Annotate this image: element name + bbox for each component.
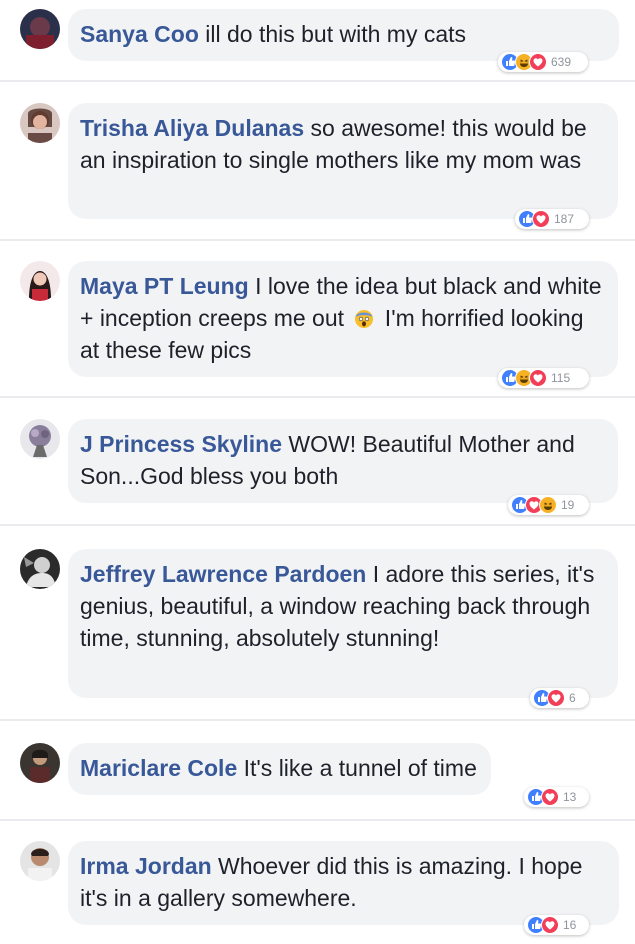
comment-bubble: Irma Jordan Whoever did this is amazing.… (68, 841, 619, 925)
comment-card: Mariclare Cole It's like a tunnel of tim… (0, 721, 635, 819)
comment-card: J Princess Skyline WOW! Beautiful Mother… (0, 398, 635, 524)
avatar[interactable] (20, 841, 60, 881)
comment-card: Jeffrey Lawrence Pardoen I adore this se… (0, 526, 635, 719)
reaction-summary[interactable]: 19 (508, 495, 589, 515)
reaction-count: 639 (551, 55, 572, 69)
comment-author[interactable]: Irma Jordan (80, 853, 212, 879)
avatar[interactable] (20, 743, 60, 783)
love-reaction-icon (529, 53, 547, 71)
reaction-count: 187 (554, 212, 575, 226)
love-reaction-icon (532, 210, 550, 228)
avatar[interactable] (20, 9, 60, 49)
comment-author[interactable]: Trisha Aliya Dulanas (80, 115, 304, 141)
reaction-summary[interactable]: 16 (524, 915, 589, 935)
avatar[interactable] (20, 103, 60, 143)
avatar[interactable] (20, 261, 60, 301)
reaction-summary[interactable]: 6 (530, 688, 589, 708)
comment-author[interactable]: Mariclare Cole (80, 755, 237, 781)
comment-author[interactable]: Maya PT Leung (80, 273, 249, 299)
reaction-count: 13 (563, 790, 577, 804)
haha-reaction-icon (539, 496, 557, 514)
reaction-summary[interactable]: 187 (515, 209, 589, 229)
comment-author[interactable]: J Princess Skyline (80, 431, 282, 457)
reaction-count: 115 (551, 371, 571, 385)
comment-bubble: Trisha Aliya Dulanas so awesome! this wo… (68, 103, 618, 219)
love-reaction-icon (547, 689, 565, 707)
comment-bubble: Jeffrey Lawrence Pardoen I adore this se… (68, 549, 618, 698)
love-reaction-icon (529, 369, 547, 387)
comment-card: Trisha Aliya Dulanas so awesome! this wo… (0, 82, 635, 239)
avatar[interactable] (20, 549, 60, 589)
comment-bubble: Maya PT Leung I love the idea but black … (68, 261, 618, 377)
comment-bubble: Mariclare Cole It's like a tunnel of tim… (68, 743, 491, 795)
comment-card: Irma Jordan Whoever did this is amazing.… (0, 821, 635, 944)
comment-card: Maya PT Leung I love the idea but black … (0, 241, 635, 396)
avatar[interactable] (20, 419, 60, 459)
comment-author[interactable]: Jeffrey Lawrence Pardoen (80, 561, 366, 587)
reaction-summary[interactable]: 639 (498, 52, 588, 72)
reaction-count: 16 (563, 918, 577, 932)
comment-bubble: J Princess Skyline WOW! Beautiful Mother… (68, 419, 618, 503)
reaction-summary[interactable]: 13 (524, 787, 589, 807)
love-reaction-icon (541, 916, 559, 934)
love-reaction-icon (541, 788, 559, 806)
reaction-summary[interactable]: 115 (498, 368, 589, 388)
reaction-count: 19 (561, 498, 575, 512)
comment-text: ill do this but with my cats (198, 21, 467, 47)
reaction-count: 6 (569, 691, 576, 705)
comment-card: Sanya Coo ill do this but with my cats 6… (0, 0, 635, 80)
comment-text: It's like a tunnel of time (237, 755, 477, 781)
comment-author[interactable]: Sanya Coo (80, 21, 199, 47)
scream-emoji-icon (355, 310, 374, 328)
